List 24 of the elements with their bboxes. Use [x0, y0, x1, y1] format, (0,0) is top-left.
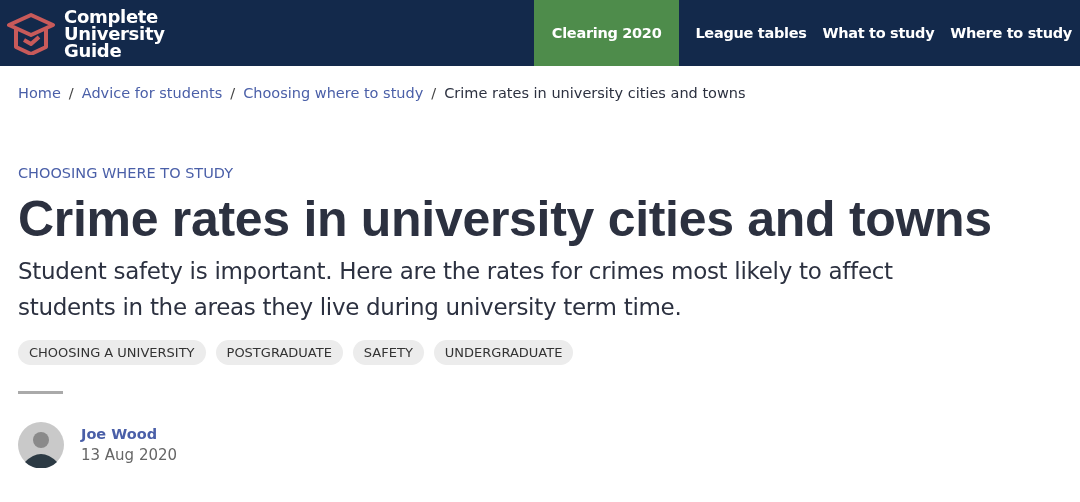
article-title: Crime rates in university cities and towns	[18, 190, 992, 249]
tag-chip[interactable]: POSTGRADUATE	[215, 340, 343, 365]
author-name[interactable]: Joe Wood	[81, 426, 178, 442]
category-link[interactable]: CHOOSING WHERE TO STUDY	[18, 165, 1062, 181]
article-subtitle: Student safety is important. Here are the rates for crimes most likely to affect students in the areas they live during university term time.	[18, 257, 894, 322]
nav-tab[interactable]: Clearing 2020	[533, 0, 680, 66]
breadcrumb-separator: /	[431, 85, 437, 101]
nav-tab[interactable]: What to study	[814, 0, 943, 66]
tag-chip[interactable]: SAFETY	[352, 340, 424, 365]
logo-wordmark: Complete University Guide	[64, 7, 165, 59]
nav-tab[interactable]: Where to study	[942, 0, 1080, 66]
publish-date: 13 Aug 2020	[81, 446, 178, 464]
nav-tab[interactable]: League tables	[687, 0, 815, 66]
avatar-silhouette	[18, 422, 64, 468]
breadcrumb-separator: /	[68, 85, 74, 101]
breadcrumb-current[interactable]: Crime rates in university cities and towns	[444, 85, 746, 101]
tag-chip[interactable]: UNDERGRADUATE	[433, 340, 574, 365]
site-logo[interactable]: Complete University Guide	[0, 0, 165, 66]
breadcrumb-link[interactable]: Advice for students	[81, 85, 223, 101]
breadcrumb-link[interactable]: Home	[18, 85, 61, 101]
breadcrumb-link[interactable]: Choosing where to study	[243, 85, 424, 101]
graduation-cap-icon	[6, 11, 56, 55]
breadcrumb-separator: /	[230, 85, 236, 101]
tag-chip[interactable]: CHOOSING A UNIVERSITY	[18, 340, 206, 365]
